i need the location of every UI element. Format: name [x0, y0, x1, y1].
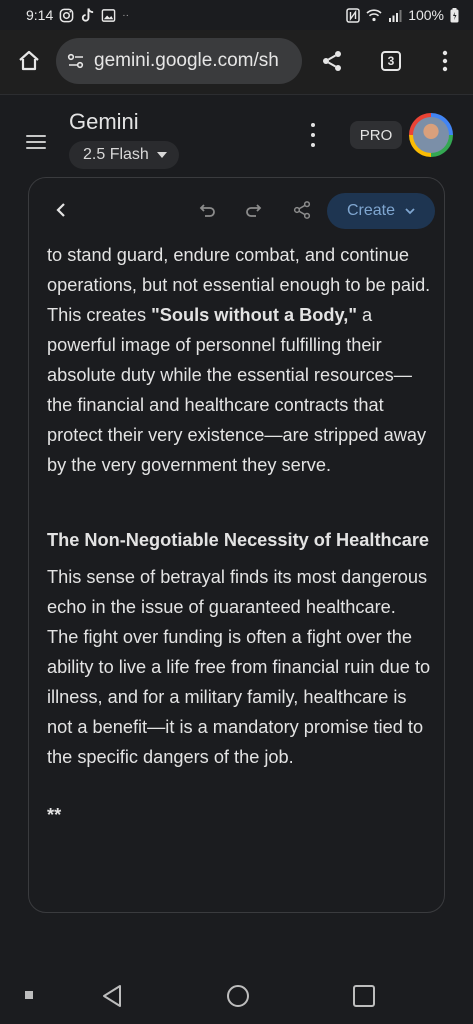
- paragraph-1: to stand guard, endure combat, and conti…: [47, 240, 431, 480]
- menu-icon[interactable]: [26, 135, 46, 153]
- site-settings-icon[interactable]: [66, 51, 86, 71]
- nav-dot-icon: [24, 990, 34, 1000]
- status-right: 100%: [346, 7, 459, 23]
- tab-count: 3: [381, 51, 401, 71]
- address-bar[interactable]: gemini.google.com/sh: [56, 38, 302, 84]
- tiktok-icon: [80, 7, 95, 23]
- undo-button[interactable]: [194, 196, 222, 224]
- canvas-toolbar: Create: [29, 178, 444, 242]
- avatar-image: [413, 117, 449, 153]
- chevron-down-icon: [405, 207, 415, 214]
- battery-percent: 100%: [408, 7, 444, 23]
- instagram-icon: [59, 8, 74, 23]
- status-time: 9:14: [26, 7, 54, 23]
- more-vert-icon: [442, 50, 448, 72]
- more-options-icon[interactable]: [306, 123, 320, 147]
- model-selector[interactable]: 2.5 Flash: [69, 141, 179, 169]
- share-outline-icon: [293, 201, 311, 219]
- url-text: gemini.google.com/sh: [94, 50, 279, 71]
- tab-switcher-button[interactable]: 3: [374, 44, 408, 78]
- section-heading: The Non-Negotiable Necessity of Healthca…: [47, 530, 430, 550]
- paragraph-1-bold: "Souls without a Body,": [151, 305, 357, 325]
- share-button[interactable]: [315, 44, 349, 78]
- system-nav-bar: [0, 970, 473, 1024]
- model-label: 2.5 Flash: [83, 146, 149, 163]
- battery-icon: [450, 7, 459, 23]
- chevron-left-icon: [56, 203, 65, 217]
- nav-back-button[interactable]: [98, 982, 126, 1010]
- home-icon: [19, 50, 39, 71]
- pro-badge[interactable]: PRO: [350, 121, 402, 149]
- signal-icon: [388, 9, 402, 22]
- home-button[interactable]: [12, 44, 46, 78]
- redo-button[interactable]: [239, 196, 267, 224]
- status-bar: 9:14 ·· 100%: [0, 0, 473, 30]
- undo-icon: [199, 204, 215, 217]
- create-button[interactable]: Create: [327, 193, 435, 229]
- create-label: Create: [346, 202, 396, 219]
- browser-toolbar: gemini.google.com/sh 3: [0, 30, 473, 94]
- nav-home-button[interactable]: [224, 982, 252, 1010]
- recents-square-icon: [353, 985, 375, 1007]
- avatar[interactable]: [409, 113, 453, 157]
- trailing-markup: **: [47, 805, 62, 825]
- nav-recents-button[interactable]: [350, 982, 378, 1010]
- status-left: 9:14 ··: [26, 7, 129, 23]
- share-icon: [323, 51, 341, 71]
- canvas-share-button[interactable]: [288, 196, 316, 224]
- app-header: Gemini 2.5 Flash PRO: [0, 95, 473, 175]
- wifi-icon: [366, 8, 382, 22]
- back-button[interactable]: [47, 196, 75, 224]
- paragraph-2: This sense of betrayal finds its most da…: [47, 567, 431, 767]
- browser-menu-button[interactable]: [428, 44, 462, 78]
- gallery-icon: [101, 8, 116, 23]
- dropdown-arrow-icon: [156, 152, 167, 158]
- app-title: Gemini: [69, 109, 139, 134]
- back-triangle-icon: [103, 985, 121, 1007]
- canvas-card: Create to stand guard, endure combat, an…: [28, 177, 445, 913]
- document-body: to stand guard, endure combat, and conti…: [47, 240, 431, 830]
- home-circle-icon: [227, 985, 249, 1007]
- nfc-icon: [346, 7, 360, 23]
- more-notifications-dots: ··: [122, 9, 129, 21]
- paragraph-1-end: a powerful image of personnel fulfilling…: [47, 305, 427, 475]
- redo-icon: [246, 204, 262, 217]
